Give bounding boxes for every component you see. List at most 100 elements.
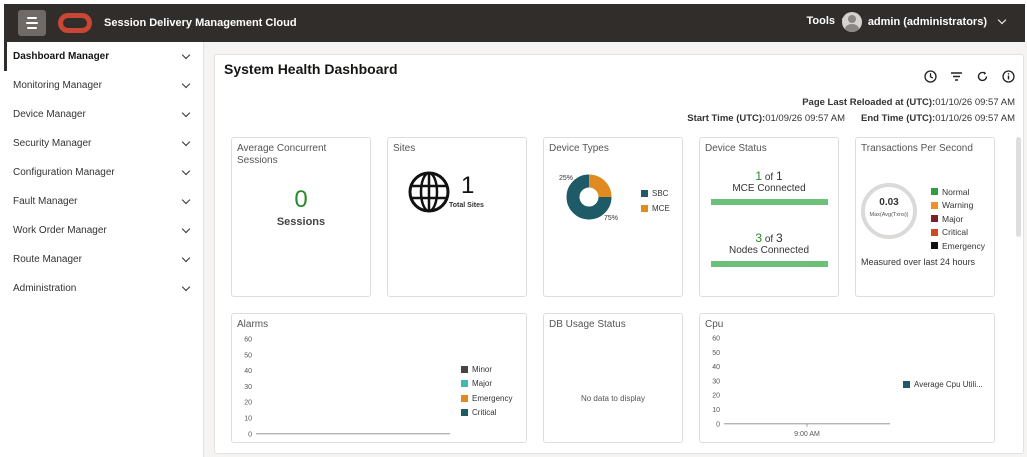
chevron-down-icon	[181, 79, 191, 88]
filter-icon[interactable]	[949, 69, 963, 83]
legend-item: Critical	[461, 406, 512, 421]
legend-swatch	[931, 188, 938, 196]
user-label: admin (administrators)	[867, 16, 987, 28]
nodes-count-row: 3 of 3	[700, 231, 838, 245]
y-tick-label: 10	[712, 407, 720, 414]
top-bar: Session Delivery Management Cloud Tools …	[4, 4, 1025, 42]
y-tick-label: 20	[712, 393, 720, 400]
nodes-count: 3	[755, 231, 763, 245]
y-tick-label: 40	[244, 368, 252, 375]
legend-item: Average Cpu Utili...	[903, 378, 983, 391]
globe-icon	[408, 171, 450, 213]
alarms-chart: 60 50 40 30 20 10 0	[244, 337, 450, 438]
y-tick-label: 40	[712, 364, 720, 371]
end-time-label: End Time (UTC):	[860, 113, 936, 124]
alarms-card[interactable]: Alarms 60 50 40 30 20 10 0 Minor Major Emergency…	[231, 313, 527, 443]
start-time-label: Start Time (UTC):	[687, 113, 766, 124]
sidebar-item-label: Route Manager	[13, 254, 82, 265]
y-tick-label: 30	[244, 384, 252, 391]
legend-label: Normal	[942, 186, 970, 197]
card-title: Cpu	[705, 319, 724, 330]
sidebar-item-dashboard-manager[interactable]: Dashboard Manager	[4, 42, 203, 71]
legend-swatch	[931, 242, 938, 250]
sites-value: 1	[461, 172, 475, 199]
legend-label: Critical	[472, 408, 497, 418]
device-types-card[interactable]: Device Types 25% 75% SBC MCE	[543, 137, 683, 297]
legend-label: Major	[472, 379, 493, 389]
legend-label: SBC	[652, 189, 669, 198]
cpu-card[interactable]: Cpu 60 50 40 30 20 10 0 9:00 AM Average Cpu Uti…	[699, 313, 995, 443]
y-tick-label: 30	[712, 378, 720, 385]
sidebar-item-device-manager[interactable]: Device Manager	[4, 100, 203, 129]
avatar	[841, 12, 862, 32]
legend-item: Warning	[931, 199, 985, 213]
sites-card[interactable]: Sites 1 Total Sites	[387, 137, 527, 297]
card-title: Transactions Per Second	[861, 143, 973, 154]
card-title: Device Status	[705, 143, 767, 154]
mce-total: 1	[775, 169, 783, 183]
nodes-label: Nodes Connected	[728, 245, 810, 256]
time-range: Start Time (UTC):01/09/26 09:57 AM End T…	[687, 113, 1015, 124]
chevron-down-icon	[181, 166, 191, 175]
legend-swatch	[931, 201, 938, 209]
card-title: Sites	[393, 143, 416, 154]
legend-swatch	[461, 409, 468, 417]
device-status-card[interactable]: Device Status 1 of 1 MCE Connected 3 of …	[699, 137, 839, 297]
legend-swatch	[641, 190, 648, 197]
info-icon[interactable]	[1001, 69, 1015, 83]
sidebar: Dashboard Manager Monitoring Manager Devic…	[4, 42, 204, 457]
sidebar-item-work-order-manager[interactable]: Work Order Manager	[4, 216, 203, 245]
db-usage-card[interactable]: DB Usage Status No data to display	[543, 313, 683, 443]
card-title: Device Types	[549, 143, 609, 154]
sidebar-item-administration[interactable]: Administration	[4, 274, 203, 303]
tps-gauge	[861, 183, 917, 239]
chevron-down-icon	[181, 224, 191, 233]
chevron-down-icon	[181, 195, 191, 204]
reload-value: 01/10/26 09:57 AM	[935, 97, 1015, 108]
clock-icon[interactable]	[923, 69, 937, 83]
nodes-of: of	[764, 234, 774, 245]
y-tick-label: 0	[716, 421, 720, 428]
y-tick-label: 10	[244, 416, 252, 423]
sidebar-item-security-manager[interactable]: Security Manager	[4, 129, 203, 158]
hamburger-menu-button[interactable]	[18, 10, 46, 36]
chevron-down-icon	[181, 108, 191, 117]
legend-label: Average Cpu Utili...	[914, 380, 983, 389]
mce-bar	[711, 199, 828, 205]
cpu-chart: 60 50 40 30 20 10 0 9:00 AM	[712, 336, 890, 438]
nodes-total: 3	[775, 231, 783, 245]
oracle-logo-icon	[58, 13, 92, 33]
y-tick-label: 60	[712, 336, 720, 343]
scrollbar[interactable]	[1016, 137, 1021, 237]
chevron-down-icon	[997, 15, 1007, 25]
refresh-icon[interactable]	[975, 69, 989, 83]
sidebar-item-monitoring-manager[interactable]: Monitoring Manager	[4, 71, 203, 100]
y-tick-label: 60	[244, 337, 252, 344]
sidebar-item-route-manager[interactable]: Route Manager	[4, 245, 203, 274]
sidebar-item-fault-manager[interactable]: Fault Manager	[4, 187, 203, 216]
sidebar-item-configuration-manager[interactable]: Configuration Manager	[4, 158, 203, 187]
tps-card[interactable]: Transactions Per Second 0.03 Max(Avg(Txn…	[855, 137, 995, 297]
legend-swatch	[461, 380, 468, 388]
mce-count-row: 1 of 1	[700, 169, 838, 183]
sidebar-item-label: Dashboard Manager	[13, 51, 110, 62]
nodes-bar	[711, 261, 828, 267]
legend-swatch	[641, 205, 648, 212]
card-title: DB Usage Status	[549, 319, 626, 330]
reload-label: Page Last Reloaded at (UTC):	[802, 97, 936, 108]
legend-item: Emergency	[931, 239, 985, 253]
sessions-unit: Sessions	[276, 216, 326, 228]
legend-label: Critical	[942, 227, 968, 238]
chevron-down-icon	[181, 253, 191, 262]
start-time-value: 01/09/26 09:57 AM	[765, 113, 845, 124]
chevron-down-icon	[181, 137, 191, 146]
main-area: System Health Dashboard Page Last Reload…	[204, 42, 1027, 457]
legend-item: Major	[931, 212, 985, 226]
user-menu-button[interactable]: admin (administrators)	[841, 12, 1007, 32]
mce-label: MCE Connected	[732, 183, 806, 194]
sidebar-item-label: Administration	[13, 283, 77, 294]
chevron-down-icon	[181, 282, 191, 291]
device-types-legend: SBC MCE	[641, 186, 670, 216]
sessions-card[interactable]: Average Concurrent Sessions 0 Sessions	[231, 137, 371, 297]
dashboard-panel: System Health Dashboard Page Last Reload…	[214, 54, 1024, 454]
